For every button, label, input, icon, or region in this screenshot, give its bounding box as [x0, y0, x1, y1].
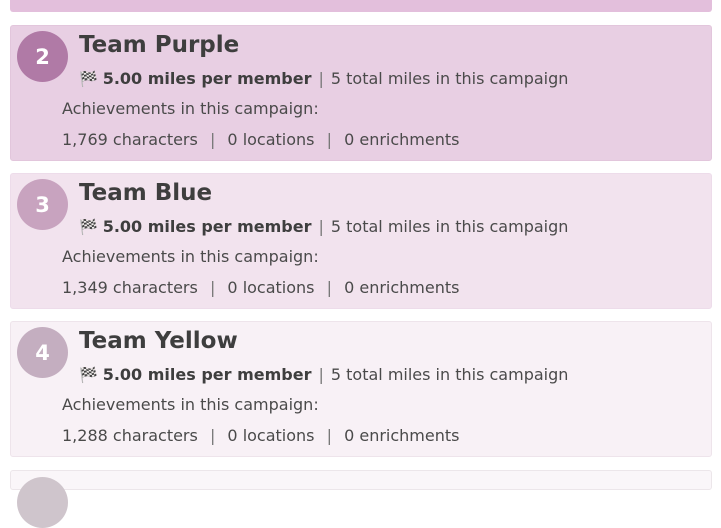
separator: |: [326, 426, 332, 445]
achievements-row: 1,288 characters | 0 locations | 0 enric…: [62, 426, 459, 445]
separator: |: [318, 365, 324, 384]
achievements-row: 1,769 characters | 0 locations | 0 enric…: [62, 130, 459, 149]
enrichments-count: 0 enrichments: [344, 130, 460, 149]
achievements-label: Achievements in this campaign:: [62, 99, 319, 118]
team-stats: 🏁 5.00 miles per member | 5 total miles …: [79, 69, 568, 88]
rank-badge: [17, 477, 68, 528]
total-miles: 5 total miles in this campaign: [330, 69, 569, 88]
characters-count: 1,349 characters: [62, 278, 198, 297]
team-card: 2 Team Purple 🏁 5.00 miles per member | …: [10, 25, 712, 161]
separator: |: [209, 130, 216, 149]
separator: |: [318, 69, 324, 88]
achievements-label: Achievements in this campaign:: [62, 395, 319, 414]
separator: |: [318, 217, 324, 236]
separator: |: [209, 278, 216, 297]
team-card: 4 Team Yellow 🏁 5.00 miles per member | …: [10, 321, 712, 457]
miles-per-member: 5.00 miles per member: [102, 69, 312, 88]
characters-count: 1,288 characters: [62, 426, 198, 445]
rank-badge: 2: [17, 31, 68, 82]
separator: |: [326, 278, 332, 297]
team-card: 3 Team Blue 🏁 5.00 miles per member | 5 …: [10, 173, 712, 309]
team-card-partial-bottom: [10, 470, 712, 528]
separator: |: [209, 426, 216, 445]
rank-badge: 4: [17, 327, 68, 378]
enrichments-count: 0 enrichments: [344, 278, 460, 297]
checkered-flag-icon: 🏁: [79, 217, 98, 236]
rank-badge: 3: [17, 179, 68, 230]
checkered-flag-icon: 🏁: [79, 69, 98, 88]
team-stats: 🏁 5.00 miles per member | 5 total miles …: [79, 365, 568, 384]
characters-count: 1,769 characters: [62, 130, 198, 149]
team-name: Team Purple: [79, 32, 240, 58]
locations-count: 0 locations: [227, 278, 315, 297]
separator: |: [326, 130, 332, 149]
locations-count: 0 locations: [227, 426, 315, 445]
checkered-flag-icon: 🏁: [79, 365, 98, 384]
team-name: Team Blue: [79, 180, 213, 206]
achievements-row: 1,349 characters | 0 locations | 0 enric…: [62, 278, 459, 297]
miles-per-member: 5.00 miles per member: [102, 217, 312, 236]
total-miles: 5 total miles in this campaign: [330, 365, 569, 384]
total-miles: 5 total miles in this campaign: [330, 217, 569, 236]
team-stats: 🏁 5.00 miles per member | 5 total miles …: [79, 217, 568, 236]
team-card-partial-top: [10, 0, 712, 12]
miles-per-member: 5.00 miles per member: [102, 365, 312, 384]
team-name: Team Yellow: [79, 328, 238, 354]
achievements-label: Achievements in this campaign:: [62, 247, 319, 266]
locations-count: 0 locations: [227, 130, 315, 149]
enrichments-count: 0 enrichments: [344, 426, 460, 445]
